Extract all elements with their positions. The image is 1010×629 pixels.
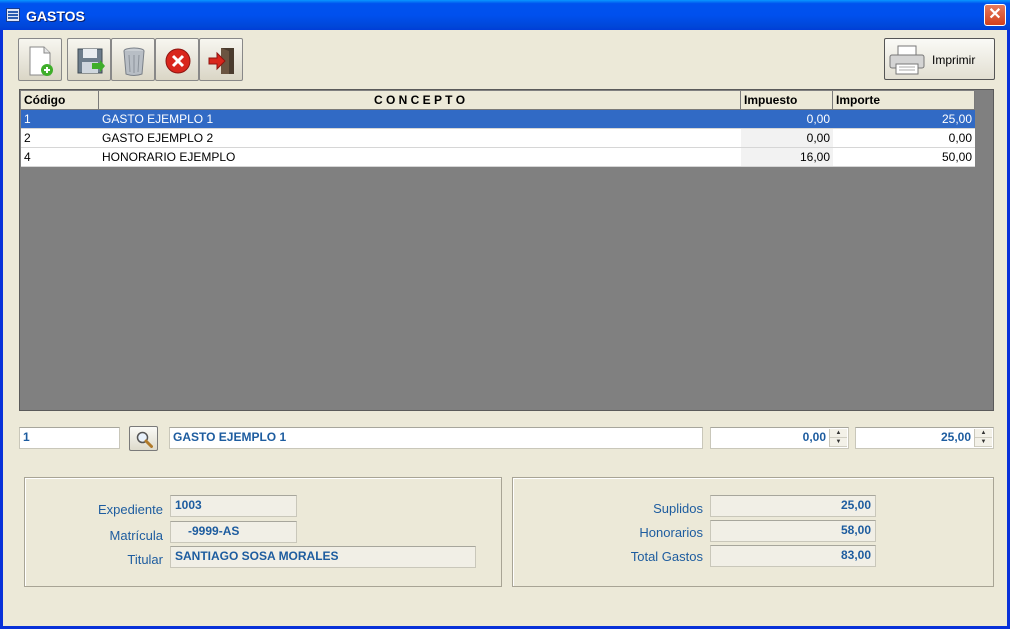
cell-codigo: 2 [21,129,99,148]
new-document-icon [29,46,53,76]
title-bar[interactable]: GASTOS ✕ [0,0,1010,30]
titular-field: SANTIAGO SOSA MORALES [170,546,476,568]
search-button[interactable] [129,426,158,451]
new-record-button[interactable] [18,38,62,81]
cell-impuesto: 0,00 [741,129,833,148]
table-row[interactable]: 2 GASTO EJEMPLO 2 0,00 0,00 [21,129,975,148]
cell-impuesto: 16,00 [741,148,833,167]
column-header-codigo[interactable]: Código [21,91,99,110]
honorarios-field: 58,00 [710,520,876,542]
printer-icon [889,45,925,75]
cell-impuesto: 0,00 [741,110,833,129]
cell-importe: 50,00 [833,148,975,167]
cancel-icon [165,48,191,74]
print-button[interactable]: Imprimir [884,38,995,80]
gastos-window: GASTOS ✕ Imprimir Código C O N C E P T O… [0,0,1010,629]
file-info-panel: Expediente 1003 Matrícula -9999-AS Titul… [24,477,502,587]
column-header-importe[interactable]: Importe [833,91,975,110]
expediente-field: 1003 [170,495,297,517]
column-header-concepto[interactable]: C O N C E P T O [99,91,741,110]
spin-down-icon[interactable]: ▼ [830,438,847,447]
cell-concepto: GASTO EJEMPLO 2 [99,129,741,148]
window-title: GASTOS [26,8,85,24]
honorarios-label: Honorarios [639,525,703,540]
app-icon [6,8,20,22]
exit-button[interactable] [199,38,243,81]
cell-importe: 25,00 [833,110,975,129]
spin-down-icon[interactable]: ▼ [975,438,992,447]
titular-label: Titular [127,552,163,567]
total-gastos-field: 83,00 [710,545,876,567]
codigo-input[interactable]: 1 [19,427,120,449]
cell-codigo: 1 [21,110,99,129]
print-button-label: Imprimir [932,53,976,67]
magnifier-icon [136,431,153,448]
spin-up-icon[interactable]: ▲ [975,429,992,438]
total-gastos-label: Total Gastos [630,549,703,564]
table-row[interactable]: 1 GASTO EJEMPLO 1 0,00 25,00 [21,110,975,129]
suplidos-label: Suplidos [653,501,703,516]
importe-spinner[interactable]: ▲ ▼ [974,429,992,447]
delete-button[interactable] [111,38,155,81]
trash-icon [123,47,145,76]
save-icon [77,48,105,74]
suplidos-field: 25,00 [710,495,876,517]
impuesto-spinner[interactable]: ▲ ▼ [829,429,847,447]
matricula-field: -9999-AS [170,521,297,543]
table-row[interactable]: 4 HONORARIO EJEMPLO 16,00 50,00 [21,148,975,167]
cell-codigo: 4 [21,148,99,167]
importe-input[interactable]: 25,00 ▲ ▼ [855,427,994,449]
totals-panel: Suplidos 25,00 Honorarios 58,00 Total Ga… [512,477,994,587]
cell-concepto: HONORARIO EJEMPLO [99,148,741,167]
save-button[interactable] [67,38,111,81]
cell-importe: 0,00 [833,129,975,148]
cancel-button[interactable] [155,38,199,81]
column-header-impuesto[interactable]: Impuesto [741,91,833,110]
expediente-label: Expediente [97,502,163,517]
importe-value: 25,00 [940,430,971,444]
impuesto-input[interactable]: 0,00 ▲ ▼ [710,427,849,449]
spin-up-icon[interactable]: ▲ [830,429,847,438]
matricula-label: Matrícula [109,528,163,543]
impuesto-value: 0,00 [802,430,826,444]
grid-header: Código C O N C E P T O Impuesto Importe [21,91,975,110]
close-button[interactable]: ✕ [984,4,1006,26]
exit-icon [208,48,234,74]
cell-concepto: GASTO EJEMPLO 1 [99,110,741,129]
concepto-input[interactable]: GASTO EJEMPLO 1 [169,427,703,449]
expenses-grid[interactable]: Código C O N C E P T O Impuesto Importe … [19,89,994,411]
